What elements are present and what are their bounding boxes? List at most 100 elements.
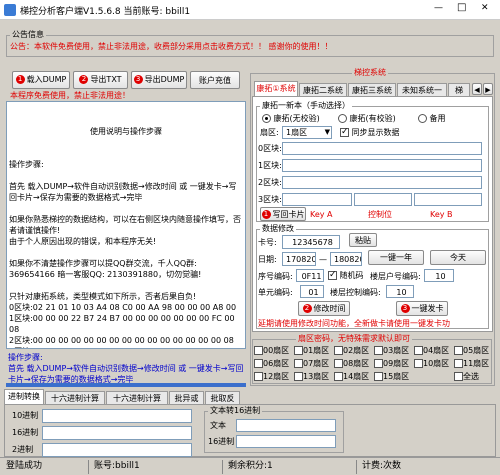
sector-01-checkbox[interactable]: 01扇区: [294, 345, 329, 356]
radio-with-check[interactable]: 康拓(有校验): [338, 113, 396, 124]
sector-08-checkbox[interactable]: 08扇区: [334, 358, 369, 369]
sector-02-label: 02扇区: [343, 346, 370, 355]
sector-13-checkbox[interactable]: 13扇区: [294, 371, 329, 382]
tab-kangtuo-2[interactable]: 康拓二系统: [299, 83, 347, 97]
bin-label: 2进制: [12, 445, 34, 454]
sector-15-checkbox[interactable]: 15扇区: [374, 371, 409, 382]
sync-checkbox[interactable]: 同步显示数据: [340, 126, 400, 138]
block-3-control[interactable]: [354, 193, 412, 206]
footer-scroll-track[interactable]: [6, 383, 246, 387]
tab-batch-not[interactable]: 批取反: [205, 391, 240, 405]
sector-04-label: 04扇区: [423, 346, 450, 355]
tab-unknown-1[interactable]: 未知系统一: [397, 83, 447, 97]
sector-00-label: 00扇区: [263, 346, 290, 355]
sector-13-box: [294, 372, 303, 381]
step-2-icon: 2: [79, 75, 89, 84]
sector-01-box: [294, 346, 303, 355]
radio-no-check-label: 康拓(无校验): [273, 114, 320, 123]
sector-10-checkbox[interactable]: 10扇区: [414, 358, 449, 369]
card-no-label: 卡号:: [258, 238, 277, 247]
maximize-button[interactable]: □: [457, 2, 466, 13]
tab-kangtuo-1[interactable]: 康拓①系统: [254, 81, 298, 96]
sector-select[interactable]: 1扇区 ▼: [282, 126, 332, 139]
sector-14-checkbox[interactable]: 14扇区: [334, 371, 369, 382]
tab-hex-calc-1[interactable]: 十六进制计算: [45, 391, 105, 405]
radio-no-check[interactable]: 康拓(无校验): [262, 113, 320, 124]
sector-04-checkbox[interactable]: 04扇区: [414, 345, 449, 356]
today-button[interactable]: 今天: [430, 250, 486, 265]
date-start-input[interactable]: 170820: [282, 252, 316, 266]
tab-kangtuo-3[interactable]: 康拓三系统: [348, 83, 396, 97]
write-card-button[interactable]: 1 写回卡片: [260, 207, 306, 221]
app-icon: [4, 4, 16, 16]
block-0-label: 0区块:: [258, 144, 282, 153]
dec-input[interactable]: [42, 409, 192, 423]
modify-time-button[interactable]: 2 修改时间: [298, 301, 350, 316]
random-checkbox[interactable]: 随机码: [328, 269, 364, 281]
date-end-input[interactable]: 180820: [330, 252, 362, 266]
block-1-input[interactable]: [282, 159, 482, 172]
random-checkbox-label: 随机码: [339, 271, 364, 280]
bin-input[interactable]: [42, 443, 192, 457]
sector-select-value: 1扇区: [286, 128, 308, 137]
sector-11-label: 11扇区: [463, 359, 490, 368]
sector-05-checkbox[interactable]: 05扇区: [454, 345, 489, 356]
hex-input[interactable]: [42, 426, 192, 440]
sector-07-box: [294, 359, 303, 368]
close-button[interactable]: ✕: [481, 3, 489, 13]
status-sep-1: [88, 460, 89, 474]
tab-more[interactable]: 梯: [448, 83, 470, 97]
footer-steps-text: 首先 载入DUMP→软件自动识别数据→修改时间 或 一键发卡→写回卡片→保存为需…: [8, 363, 246, 385]
block-0-input[interactable]: [282, 142, 482, 155]
status-sep-2: [222, 460, 223, 474]
card-no-input[interactable]: 12345678: [282, 235, 340, 249]
issue-card-button[interactable]: 3 一键发卡: [396, 301, 448, 316]
hex2-input[interactable]: [236, 435, 336, 448]
block-2-label: 2区块:: [258, 178, 282, 187]
radio-with-check-dot: [338, 114, 347, 123]
sector-03-checkbox[interactable]: 03扇区: [374, 345, 409, 356]
hex2-label: 16进制: [208, 437, 235, 446]
floor-user-input[interactable]: 10: [424, 269, 454, 282]
select-all-checkbox[interactable]: 全选: [454, 371, 479, 382]
sector-09-checkbox[interactable]: 09扇区: [374, 358, 409, 369]
export-dump-button[interactable]: 3 导出DUMP: [131, 71, 187, 89]
sector-11-checkbox[interactable]: 11扇区: [454, 358, 489, 369]
sector-11-box: [454, 359, 463, 368]
sector-02-checkbox[interactable]: 02扇区: [334, 345, 369, 356]
write-step-icon: 1: [261, 210, 271, 219]
tab-base-convert[interactable]: 进制转换: [4, 389, 44, 404]
one-year-button[interactable]: 一键一年: [368, 250, 424, 265]
sector-06-checkbox[interactable]: 06扇区: [254, 358, 289, 369]
tab-scroll-right[interactable]: ▶: [483, 83, 493, 95]
date-separator: —: [319, 255, 327, 264]
radio-backup[interactable]: 备用: [418, 113, 446, 124]
tab-scroll-left[interactable]: ◀: [472, 83, 482, 95]
minimize-button[interactable]: —: [434, 3, 443, 13]
sector-10-box: [414, 359, 423, 368]
seq-input[interactable]: 0F11: [296, 269, 324, 282]
unit-input[interactable]: 01: [300, 285, 324, 298]
export-txt-button[interactable]: 2 导出TXT: [73, 71, 128, 89]
notice-heading: 公告信息: [10, 29, 46, 41]
block-3-key-a[interactable]: [282, 193, 352, 206]
sector-12-checkbox[interactable]: 12扇区: [254, 371, 289, 382]
sector-04-box: [414, 346, 423, 355]
load-dump-button[interactable]: 1 载入DUMP: [12, 71, 70, 89]
sector-05-box: [454, 346, 463, 355]
instructions-textarea[interactable]: 使用说明与操作步骤 操作步骤: 首先 载入DUMP→软件自动识别数据→修改时间 …: [6, 101, 246, 349]
tab-batch-xor[interactable]: 批异或: [169, 391, 204, 405]
account-recharge-button[interactable]: 账户充值: [190, 71, 240, 89]
text-input[interactable]: [236, 419, 336, 432]
paste-button[interactable]: 粘贴: [349, 233, 377, 247]
block-3-key-b[interactable]: [414, 193, 482, 206]
sector-03-label: 03扇区: [383, 346, 410, 355]
sector-15-label: 15扇区: [383, 372, 410, 381]
sector-00-checkbox[interactable]: 00扇区: [254, 345, 289, 356]
block-2-input[interactable]: [282, 176, 482, 189]
floor-ctrl-input[interactable]: 10: [386, 285, 414, 298]
tab-hex-calc-2[interactable]: 十六进制计算: [106, 391, 168, 405]
unit-label: 单元编码:: [258, 288, 293, 297]
sector-07-checkbox[interactable]: 07扇区: [294, 358, 329, 369]
radio-backup-label: 备用: [429, 114, 446, 123]
